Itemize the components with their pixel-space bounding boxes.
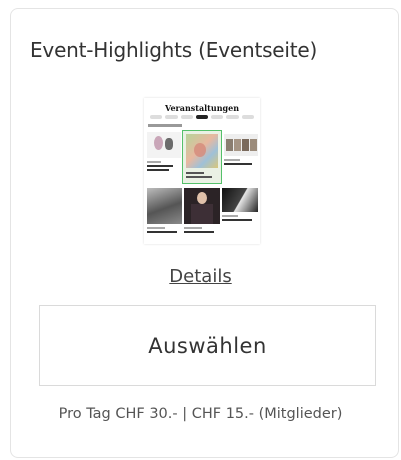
select-button-label: Auswählen [148, 333, 267, 358]
event-page-preview-image: Veranstaltungen [144, 98, 260, 244]
preview-tile-bw-dancers [222, 188, 258, 212]
preview-tile-portraits [224, 134, 258, 156]
preview-tile-featured-illustration [182, 130, 222, 184]
details-link[interactable]: Details [0, 266, 401, 287]
preview-masthead: Veranstaltungen [164, 103, 240, 113]
card-title: Event-Highlights (Eventseite) [30, 38, 318, 62]
preview-tile-musician [184, 188, 220, 224]
preview-nav-bar [150, 115, 254, 119]
preview-tile-sculpture [147, 132, 181, 158]
price-text: Pro Tag CHF 30.- | CHF 15.- (Mitglieder) [58, 406, 343, 422]
preview-tile-bw-group [147, 188, 182, 224]
preview-subheading [148, 124, 182, 127]
select-button[interactable]: Auswählen [39, 305, 376, 386]
